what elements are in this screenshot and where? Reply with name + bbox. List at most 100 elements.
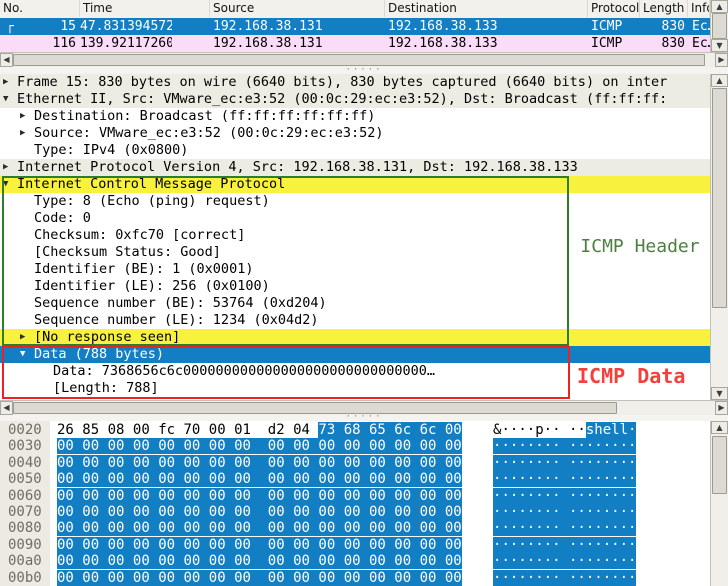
hex-byte[interactable]: 00 bbox=[234, 438, 268, 454]
ascii-char[interactable]: · bbox=[552, 488, 560, 504]
hex-byte[interactable]: 00 bbox=[158, 438, 183, 454]
ascii-char[interactable]: · bbox=[611, 520, 619, 536]
hex-byte[interactable]: 00 bbox=[209, 520, 234, 536]
ascii-char[interactable]: · bbox=[518, 422, 526, 438]
hex-byte[interactable]: 00 bbox=[293, 455, 318, 471]
expander-open-icon[interactable]: ▼ bbox=[3, 91, 8, 108]
hex-byte[interactable]: 00 bbox=[445, 422, 462, 438]
scroll-down-icon[interactable]: ▼ bbox=[711, 39, 728, 52]
hex-byte[interactable]: 00 bbox=[183, 471, 208, 487]
hex-byte[interactable]: 70 bbox=[183, 422, 208, 438]
hex-byte[interactable]: 00 bbox=[369, 455, 394, 471]
ascii-char[interactable]: · bbox=[577, 438, 585, 454]
hex-byte[interactable]: 00 bbox=[318, 471, 343, 487]
hex-byte[interactable]: 00 bbox=[293, 537, 318, 553]
hex-byte[interactable]: 00 bbox=[293, 520, 318, 536]
hex-byte[interactable]: 00 bbox=[82, 570, 107, 586]
hex-byte[interactable]: 00 bbox=[369, 504, 394, 520]
hex-byte[interactable]: 00 bbox=[318, 488, 343, 504]
ascii-char[interactable] bbox=[561, 553, 569, 569]
hex-byte[interactable]: 00 bbox=[158, 520, 183, 536]
hex-byte[interactable]: 00 bbox=[268, 455, 293, 471]
ascii-char[interactable]: · bbox=[552, 504, 560, 520]
hex-byte[interactable]: 00 bbox=[234, 455, 268, 471]
hex-byte[interactable]: 00 bbox=[394, 438, 419, 454]
ascii-char[interactable]: · bbox=[527, 520, 535, 536]
ascii-char[interactable]: · bbox=[586, 488, 594, 504]
hex-byte[interactable]: 00 bbox=[394, 504, 419, 520]
hex-byte[interactable]: 00 bbox=[420, 537, 445, 553]
details-vscroll-thumb[interactable] bbox=[712, 88, 727, 308]
hex-row[interactable]: 009000 00 00 00 00 00 00 00 00 00 00 00 … bbox=[0, 537, 710, 553]
ascii-char[interactable]: · bbox=[552, 422, 560, 438]
ascii-char[interactable]: h bbox=[594, 422, 602, 438]
hex-byte[interactable]: 00 bbox=[268, 488, 293, 504]
ascii-char[interactable]: · bbox=[518, 570, 526, 586]
hex-byte[interactable]: 00 bbox=[394, 537, 419, 553]
ascii-char[interactable] bbox=[561, 504, 569, 520]
hex-byte[interactable]: 00 bbox=[183, 553, 208, 569]
ascii-char[interactable]: · bbox=[620, 438, 628, 454]
expander-open-icon[interactable]: ▼ bbox=[3, 176, 8, 193]
hex-byte[interactable]: 00 bbox=[445, 471, 462, 487]
scroll-left-icon[interactable]: ◀ bbox=[0, 53, 13, 67]
ascii-char[interactable]: · bbox=[518, 488, 526, 504]
hex-byte[interactable]: 00 bbox=[344, 520, 369, 536]
ascii-char[interactable]: · bbox=[518, 520, 526, 536]
ascii-char[interactable]: · bbox=[535, 520, 543, 536]
hex-byte[interactable]: 00 bbox=[293, 488, 318, 504]
hex-row[interactable]: 006000 00 00 00 00 00 00 00 00 00 00 00 … bbox=[0, 488, 710, 504]
hex-byte[interactable]: 26 bbox=[57, 422, 82, 438]
hex-byte[interactable]: 00 bbox=[369, 438, 394, 454]
hex-byte[interactable]: 00 bbox=[268, 537, 293, 553]
hex-byte[interactable]: 00 bbox=[234, 488, 268, 504]
hex-byte[interactable]: 73 bbox=[318, 422, 343, 438]
column-header-info[interactable]: Info bbox=[688, 0, 710, 17]
detail-row[interactable]: ▶Internet Protocol Version 4, Src: 192.1… bbox=[0, 159, 710, 176]
hex-byte[interactable]: 00 bbox=[57, 520, 82, 536]
ascii-char[interactable]: · bbox=[577, 553, 585, 569]
ascii-char[interactable]: · bbox=[620, 488, 628, 504]
hex-byte[interactable]: 00 bbox=[82, 520, 107, 536]
table-row[interactable]: 116139.921172608192.168.38.131192.168.38… bbox=[0, 35, 710, 52]
hex-byte[interactable]: 00 bbox=[133, 537, 158, 553]
ascii-char[interactable]: · bbox=[535, 570, 543, 586]
ascii-char[interactable]: · bbox=[628, 537, 636, 553]
ascii-char[interactable]: · bbox=[518, 504, 526, 520]
hex-byte[interactable]: 00 bbox=[344, 438, 369, 454]
detail-row[interactable]: Type: 8 (Echo (ping) request) bbox=[0, 193, 710, 210]
hex-byte[interactable]: 00 bbox=[268, 438, 293, 454]
hex-byte[interactable]: 00 bbox=[394, 471, 419, 487]
hex-byte[interactable]: 00 bbox=[420, 438, 445, 454]
detail-row[interactable]: Data: 7368656c6c000000000000000000000000… bbox=[0, 363, 710, 380]
ascii-char[interactable]: · bbox=[552, 438, 560, 454]
hex-row[interactable]: 005000 00 00 00 00 00 00 00 00 00 00 00 … bbox=[0, 471, 710, 487]
expander-closed-icon[interactable]: ▶ bbox=[20, 108, 25, 125]
scroll-up-icon[interactable]: ▲ bbox=[711, 0, 728, 13]
ascii-char[interactable]: · bbox=[586, 455, 594, 471]
hex-byte[interactable]: 00 bbox=[133, 504, 158, 520]
ascii-char[interactable]: · bbox=[527, 504, 535, 520]
hex-byte[interactable]: 00 bbox=[133, 520, 158, 536]
detail-row[interactable]: Identifier (BE): 1 (0x0001) bbox=[0, 261, 710, 278]
hex-byte[interactable]: 00 bbox=[369, 553, 394, 569]
ascii-char[interactable] bbox=[561, 471, 569, 487]
ascii-char[interactable] bbox=[561, 488, 569, 504]
ascii-char[interactable]: · bbox=[586, 504, 594, 520]
hex-byte[interactable]: 00 bbox=[234, 520, 268, 536]
hex-row[interactable]: 008000 00 00 00 00 00 00 00 00 00 00 00 … bbox=[0, 520, 710, 536]
hex-byte[interactable]: 00 bbox=[420, 520, 445, 536]
hex-byte[interactable]: 00 bbox=[369, 570, 394, 586]
pane-splitter-handle[interactable]: ····· bbox=[0, 67, 728, 74]
hex-byte[interactable]: 00 bbox=[158, 570, 183, 586]
hex-byte[interactable]: 00 bbox=[108, 504, 133, 520]
ascii-char[interactable]: · bbox=[577, 504, 585, 520]
ascii-char[interactable]: · bbox=[535, 553, 543, 569]
hex-byte[interactable]: 00 bbox=[420, 455, 445, 471]
detail-row[interactable]: ▼Ethernet II, Src: VMware_ec:e3:52 (00:0… bbox=[0, 91, 710, 108]
ascii-char[interactable] bbox=[561, 537, 569, 553]
hex-byte[interactable]: 00 bbox=[108, 520, 133, 536]
ascii-char[interactable] bbox=[561, 520, 569, 536]
ascii-char[interactable]: · bbox=[628, 488, 636, 504]
hex-byte[interactable]: 00 bbox=[445, 455, 462, 471]
